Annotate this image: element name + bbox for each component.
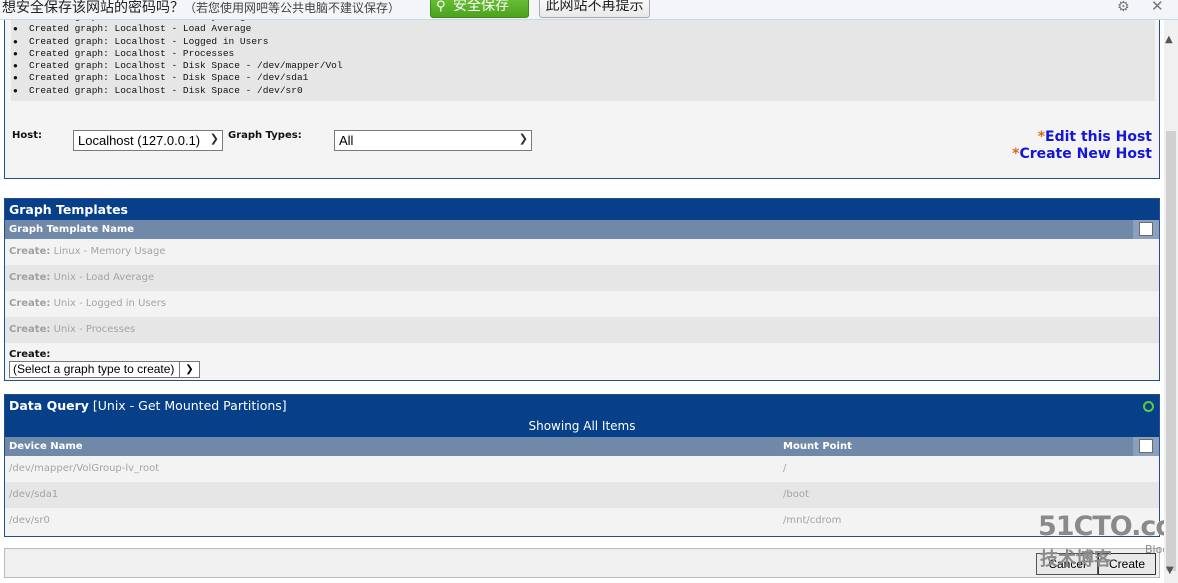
select-all-cell (1133, 220, 1159, 239)
create-prefix: Create: (9, 246, 51, 257)
reload-ring-icon[interactable] (1143, 401, 1154, 412)
data-query-column-header: Device Name Mount Point (5, 437, 1159, 456)
create-prefix: Create: (9, 324, 51, 335)
graph-type-create-select[interactable]: (Select a graph type to create) ❯ (9, 361, 200, 378)
message-box: ●Created graph: Localhost - Memory Usage… (11, 11, 1155, 101)
message-text: Created graph: Localhost - Processes (29, 47, 235, 59)
message-item: ● Created graph: Localhost - Disk Space -… (13, 60, 343, 72)
graph-template-row[interactable]: Create: Unix - Logged in Users (5, 291, 1159, 317)
showing-items-label: Showing All Items (5, 417, 1159, 437)
data-query-name: [Unix - Get Mounted Partitions] (92, 398, 287, 413)
host-select[interactable]: Localhost (127.0.0.1) ❯ (73, 130, 223, 151)
gear-icon[interactable]: ⚙ (1117, 0, 1130, 15)
graph-type-select-value: (Select a graph type to create) (13, 362, 175, 376)
message-text: Created graph: Localhost - Load Average (29, 23, 252, 35)
message-text: Created graph: Localhost - Disk Space - … (29, 60, 343, 72)
chevron-down-icon: ❯ (209, 133, 219, 145)
scrollbar-thumb[interactable] (1166, 131, 1176, 571)
message-text: Created graph: Localhost - Disk Space - … (29, 84, 303, 96)
host-label: Host: (12, 130, 42, 141)
mount-point: /mnt/cdrom (783, 515, 842, 526)
data-query-row[interactable]: /dev/sda1 /boot (5, 482, 1159, 508)
message-item: ● Created graph: Localhost - Disk Space -… (13, 84, 303, 96)
template-name: Unix - Load Average (53, 272, 155, 283)
graph-templates-panel: Graph Templates Graph Template Name Crea… (4, 198, 1160, 381)
graph-template-row[interactable]: Create: Unix - Load Average (5, 265, 1159, 291)
password-prompt: 想安全保存该网站的密码吗？（若您使用网吧等公共电脑不建议保存） (2, 0, 400, 17)
graph-types-select-value: All (339, 133, 354, 148)
graph-types-select[interactable]: All ❯ (334, 130, 532, 151)
create-host-link[interactable]: *Create New Host (1012, 146, 1152, 163)
message-item: ● Created graph: Localhost - Processes (13, 47, 235, 59)
template-name: Linux - Memory Usage (53, 246, 166, 257)
graph-templates-title: Graph Templates (5, 199, 1159, 220)
required-star: * (1037, 129, 1046, 145)
mount-point-header: Mount Point (783, 441, 852, 452)
select-all-checkbox[interactable] (1139, 439, 1153, 453)
select-all-cell (1133, 437, 1159, 456)
device-name-header: Device Name (9, 441, 83, 452)
data-query-title-bold: Data Query (9, 398, 89, 413)
key-icon: ⚲ (436, 0, 446, 14)
message-text: Created graph: Localhost - Logged in Use… (29, 35, 269, 47)
vertical-scrollbar[interactable]: ▲ ▼ (1164, 20, 1178, 583)
create-label: Create: (9, 349, 51, 360)
data-query-panel: Data Query [Unix - Get Mounted Partition… (4, 394, 1160, 537)
never-prompt-button[interactable]: 此网站不再提示 (539, 0, 650, 18)
password-save-bar: 想安全保存该网站的密码吗？（若您使用网吧等公共电脑不建议保存） ⚲ 安全保存 此… (0, 0, 1178, 20)
mount-point: / (783, 463, 787, 474)
data-query-row[interactable]: /dev/sr0 /mnt/cdrom (5, 508, 1159, 534)
message-item: ● Created graph: Localhost - Load Average (13, 23, 252, 35)
edit-host-label: Edit this Host (1045, 129, 1152, 145)
template-name: Unix - Processes (53, 324, 136, 335)
host-select-value: Localhost (127.0.0.1) (78, 133, 201, 148)
password-prompt-text: 想安全保存该网站的密码吗？ (2, 0, 184, 16)
device-name: /dev/mapper/VolGroup-lv_root (9, 463, 160, 474)
chevron-down-icon: ❯ (179, 362, 199, 377)
watermark-subtitle: 技术博客 (1040, 549, 1112, 570)
host-links: *Edit this Host *Create New Host (1012, 129, 1152, 163)
watermark-logo: 51CTO.com (1038, 511, 1178, 542)
graph-types-label: Graph Types: (228, 130, 302, 141)
create-prefix: Create: (9, 298, 51, 309)
device-name: /dev/sda1 (9, 489, 59, 500)
select-all-checkbox[interactable] (1139, 222, 1153, 236)
host-filter-panel: ●Created graph: Localhost - Memory Usage… (4, 0, 1160, 179)
message-item: ● Created graph: Localhost - Logged in Us… (13, 35, 269, 47)
chevron-down-icon: ❯ (518, 133, 528, 145)
save-password-button[interactable]: ⚲ 安全保存 (430, 0, 529, 18)
scroll-up-icon[interactable]: ▲ (1165, 34, 1173, 45)
scroll-down-icon[interactable]: ▼ (1166, 565, 1174, 576)
column-header-label: Graph Template Name (9, 224, 135, 235)
edit-host-link[interactable]: *Edit this Host (1012, 129, 1152, 146)
graph-template-row[interactable]: Create: Unix - Processes (5, 317, 1159, 343)
create-host-label: Create New Host (1019, 146, 1152, 162)
graph-template-name-header: Graph Template Name (5, 220, 1159, 239)
data-query-title: Data Query [Unix - Get Mounted Partition… (5, 395, 1159, 417)
message-item: ● Created graph: Localhost - Disk Space -… (13, 72, 309, 84)
password-prompt-hint: （若您使用网吧等公共电脑不建议保存） (184, 1, 401, 15)
message-text: Created graph: Localhost - Disk Space - … (29, 72, 309, 84)
graph-template-row[interactable]: Create: Linux - Memory Usage (5, 239, 1159, 265)
save-password-label: 安全保存 (453, 0, 509, 14)
data-query-row[interactable]: /dev/mapper/VolGroup-lv_root / (5, 456, 1159, 482)
device-name: /dev/sr0 (9, 515, 50, 526)
mount-point: /boot (783, 489, 809, 500)
action-footer (4, 548, 1160, 578)
create-prefix: Create: (9, 272, 51, 283)
close-icon[interactable]: ✕ (1151, 0, 1164, 15)
template-name: Unix - Logged in Users (53, 298, 167, 309)
